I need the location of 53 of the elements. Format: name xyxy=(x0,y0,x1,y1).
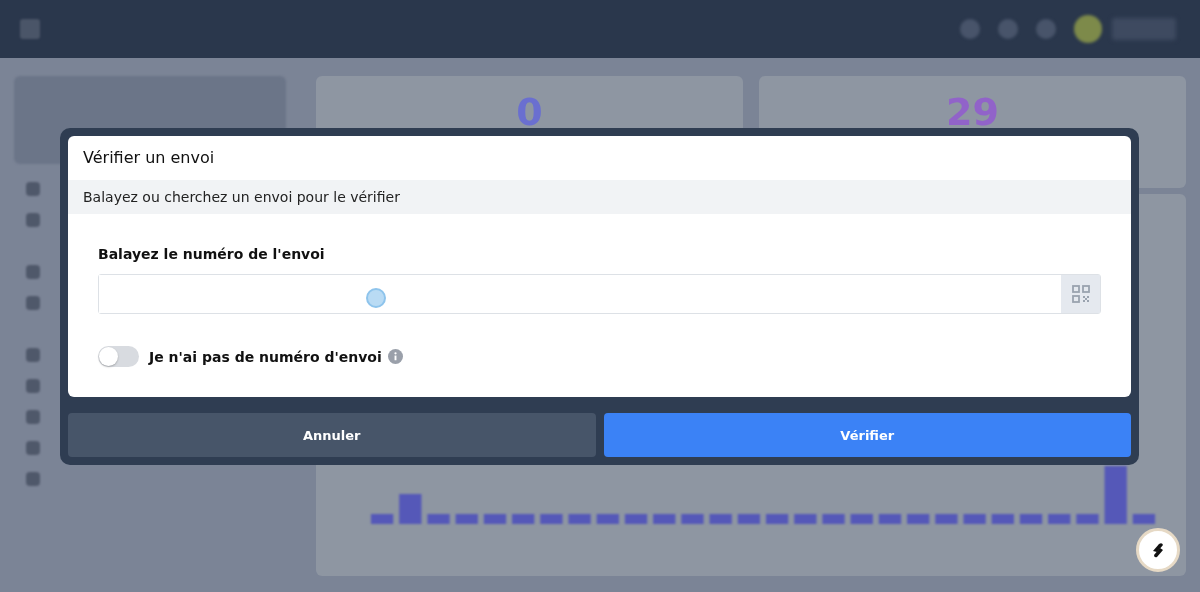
sidebar-icon[interactable] xyxy=(26,410,40,424)
chart-bar xyxy=(765,514,789,524)
dialog-subtitle: Balayez ou cherchez un envoi pour le vérifier xyxy=(68,180,1131,214)
chart-bar xyxy=(568,514,591,524)
chart-bar xyxy=(991,514,1014,524)
chart-bar xyxy=(878,514,902,524)
field-label: Balayez le numéro de l'envoi xyxy=(98,246,326,264)
chart-bar xyxy=(963,514,986,524)
chart-bar xyxy=(455,514,478,524)
chart-bar xyxy=(483,514,507,524)
toggle-switch[interactable] xyxy=(98,346,139,367)
chart-bar xyxy=(794,514,817,524)
chart-bar xyxy=(596,514,619,524)
chart-bar xyxy=(540,514,563,524)
chart-bar xyxy=(935,514,958,524)
cancel-button[interactable]: Annuler xyxy=(68,413,596,457)
round-toolbar-icon[interactable] xyxy=(998,19,1018,39)
chart-bar xyxy=(709,514,732,524)
toggle-label: Je n'ai pas de numéro d'envoi xyxy=(149,348,382,365)
avatar[interactable] xyxy=(1074,15,1102,43)
sidebar-icon[interactable] xyxy=(26,296,40,310)
info-icon[interactable] xyxy=(387,349,403,364)
chart-bar xyxy=(907,514,930,524)
chart-bar xyxy=(653,514,676,524)
chart-bar xyxy=(624,514,648,524)
chart-bar xyxy=(1048,514,1071,524)
chart-bar xyxy=(512,514,535,524)
chart-bar xyxy=(850,514,873,524)
qr-code-icon xyxy=(1071,285,1090,303)
chart-bar xyxy=(1019,514,1043,524)
sidebar-icon[interactable] xyxy=(26,379,40,393)
verify-button[interactable]: Vérifier xyxy=(603,413,1131,457)
chart-bar xyxy=(822,514,845,524)
chart-bar xyxy=(681,514,704,524)
sidebar-icon[interactable] xyxy=(26,472,40,486)
round-toolbar-icon[interactable] xyxy=(1036,19,1056,39)
sidebar-icon[interactable] xyxy=(26,441,40,455)
chart-bar xyxy=(1132,514,1156,524)
chart-bar xyxy=(1104,466,1127,524)
chart-bar xyxy=(737,514,761,524)
dialog-title: Vérifier un envoi xyxy=(82,147,216,169)
sidebar-icon[interactable] xyxy=(26,265,40,279)
chart-bar xyxy=(427,514,450,524)
chart-bar xyxy=(1076,514,1099,524)
sidebar-icon[interactable] xyxy=(26,348,40,362)
chart-bar xyxy=(399,494,422,524)
qr-code-button[interactable] xyxy=(1061,275,1100,313)
input-field[interactable] xyxy=(98,274,1101,314)
sidebar-icon[interactable] xyxy=(26,213,40,227)
round-toolbar-icon[interactable] xyxy=(960,19,980,39)
sidebar-icon[interactable] xyxy=(26,182,40,196)
chart-bar xyxy=(370,514,394,524)
menu-icon[interactable] xyxy=(20,19,40,39)
